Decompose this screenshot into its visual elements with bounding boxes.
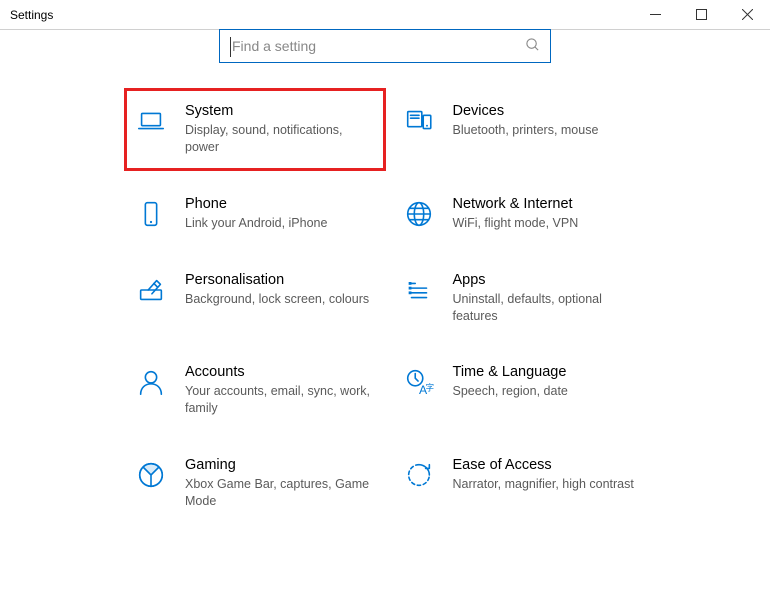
tile-description: Display, sound, notifications, power: [185, 122, 373, 156]
settings-tile-apps[interactable]: Apps Uninstall, defaults, optional featur…: [403, 272, 641, 325]
tile-text: Network & Internet WiFi, flight mode, VPN: [453, 196, 641, 232]
search-box[interactable]: [219, 29, 551, 63]
settings-tile-gaming[interactable]: Gaming Xbox Game Bar, captures, Game Mode: [135, 457, 373, 510]
tile-description: Your accounts, email, sync, work, family: [185, 383, 373, 417]
ease-icon: [403, 459, 435, 491]
tile-text: Time & Language Speech, region, date: [453, 364, 641, 400]
tile-title: Apps: [453, 272, 641, 288]
tile-text: Personalisation Background, lock screen, …: [185, 272, 373, 308]
tile-text: System Display, sound, notifications, pow…: [185, 103, 373, 156]
close-button[interactable]: [724, 0, 770, 29]
settings-tile-network-internet[interactable]: Network & Internet WiFi, flight mode, VPN: [403, 196, 641, 232]
settings-tile-personalisation[interactable]: Personalisation Background, lock screen, …: [135, 272, 373, 325]
settings-tile-phone[interactable]: Phone Link your Android, iPhone: [135, 196, 373, 232]
tile-text: Phone Link your Android, iPhone: [185, 196, 373, 232]
time-lang-icon: A字: [403, 366, 435, 398]
window-controls: [632, 0, 770, 29]
tile-text: Ease of Access Narrator, magnifier, high …: [453, 457, 641, 493]
settings-tile-ease-of-access[interactable]: Ease of Access Narrator, magnifier, high …: [403, 457, 641, 510]
maximize-icon: [696, 9, 707, 20]
laptop-icon: [135, 105, 167, 137]
tile-description: Link your Android, iPhone: [185, 215, 373, 232]
settings-tile-time-language[interactable]: A字 Time & Language Speech, region, date: [403, 364, 641, 417]
tile-description: Narrator, magnifier, high contrast: [453, 476, 641, 493]
search-icon: [525, 37, 540, 55]
text-caret: [230, 37, 231, 57]
tile-text: Accounts Your accounts, email, sync, work…: [185, 364, 373, 417]
globe-icon: [403, 198, 435, 230]
tile-title: Accounts: [185, 364, 373, 380]
settings-grid: System Display, sound, notifications, pow…: [0, 103, 770, 510]
tile-description: WiFi, flight mode, VPN: [453, 215, 641, 232]
settings-tile-system[interactable]: System Display, sound, notifications, pow…: [124, 88, 386, 171]
tile-title: System: [185, 103, 373, 119]
close-icon: [742, 9, 753, 20]
gaming-icon: [135, 459, 167, 491]
tile-title: Network & Internet: [453, 196, 641, 212]
tile-title: Time & Language: [453, 364, 641, 380]
tile-description: Speech, region, date: [453, 383, 641, 400]
tile-description: Bluetooth, printers, mouse: [453, 122, 641, 139]
tile-text: Gaming Xbox Game Bar, captures, Game Mode: [185, 457, 373, 510]
devices-icon: [403, 105, 435, 137]
tile-title: Phone: [185, 196, 373, 212]
minimize-icon: [650, 9, 661, 20]
pen-icon: [135, 274, 167, 306]
phone-icon: [135, 198, 167, 230]
tile-title: Personalisation: [185, 272, 373, 288]
apps-icon: [403, 274, 435, 306]
search-container: [0, 29, 770, 63]
tile-description: Xbox Game Bar, captures, Game Mode: [185, 476, 373, 510]
person-icon: [135, 366, 167, 398]
content-area: System Display, sound, notifications, pow…: [0, 29, 770, 510]
settings-tile-devices[interactable]: Devices Bluetooth, printers, mouse: [403, 103, 641, 156]
tile-text: Devices Bluetooth, printers, mouse: [453, 103, 641, 139]
minimize-button[interactable]: [632, 0, 678, 29]
titlebar: Settings: [0, 0, 770, 30]
window-title: Settings: [10, 8, 53, 22]
settings-tile-accounts[interactable]: Accounts Your accounts, email, sync, work…: [135, 364, 373, 417]
search-input[interactable]: [230, 38, 525, 54]
tile-description: Background, lock screen, colours: [185, 291, 373, 308]
maximize-button[interactable]: [678, 0, 724, 29]
tile-title: Gaming: [185, 457, 373, 473]
tile-title: Devices: [453, 103, 641, 119]
svg-text:字: 字: [425, 383, 433, 393]
tile-title: Ease of Access: [453, 457, 641, 473]
tile-text: Apps Uninstall, defaults, optional featur…: [453, 272, 641, 325]
tile-description: Uninstall, defaults, optional features: [453, 291, 641, 325]
